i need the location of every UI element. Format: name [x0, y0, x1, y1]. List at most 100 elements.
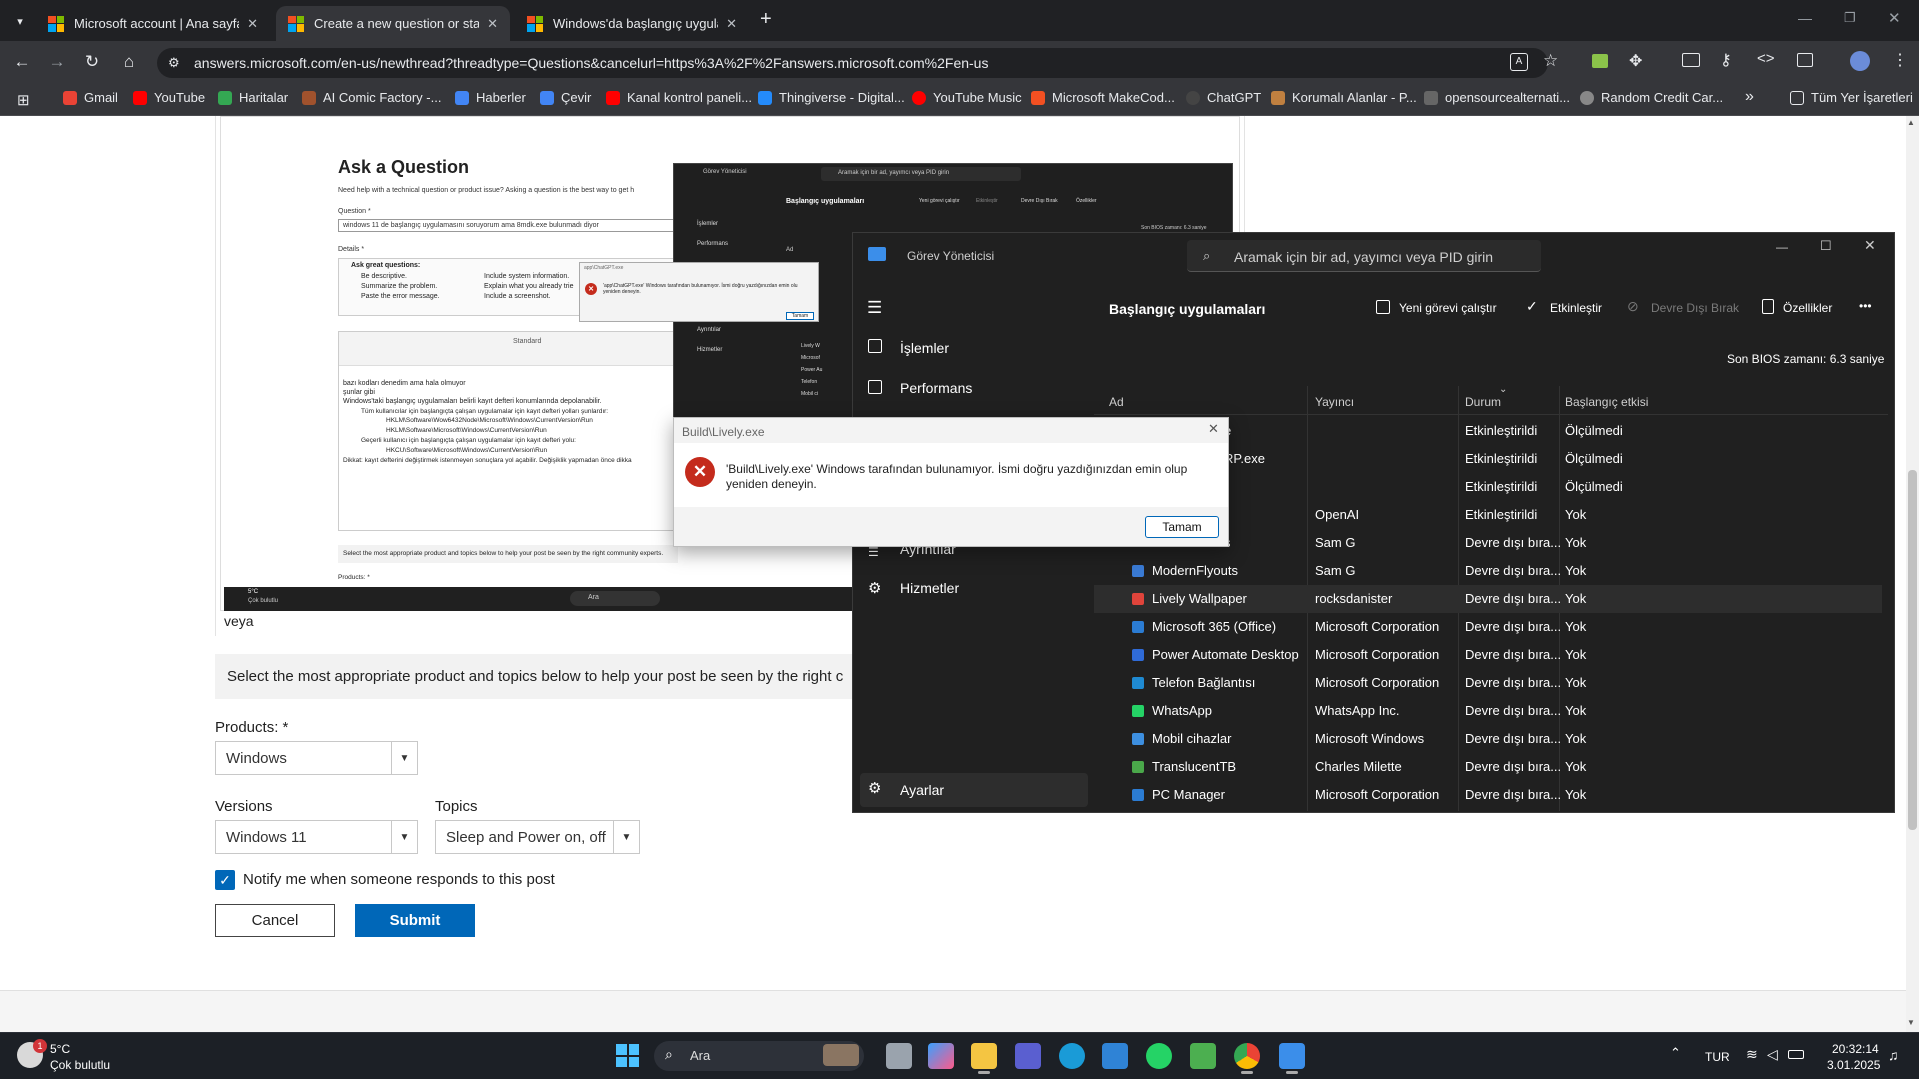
tm-properties[interactable]: Özellikler [1783, 301, 1832, 315]
tab-microsoft-account[interactable]: Microsoft account | Ana sayfa ✕ [36, 6, 270, 41]
tm-table-row[interactable]: Microsoft 365 (Office) Microsoft Corporat… [1094, 613, 1882, 641]
close-window-icon[interactable]: ✕ [1888, 9, 1901, 27]
bookmark-random-credit[interactable]: Random Credit Car... [1580, 90, 1723, 105]
notify-label[interactable]: Notify me when someone responds to this … [243, 871, 555, 888]
tm-maximize-icon[interactable]: ☐ [1820, 238, 1832, 254]
tab-search-button[interactable]: ▾ [10, 12, 30, 30]
start-button-icon[interactable] [616, 1044, 639, 1067]
teams-icon[interactable] [1015, 1043, 1041, 1069]
tab-create-question[interactable]: Create a new question or start a ✕ [276, 6, 510, 41]
tm-table-row[interactable]: WhatsApp WhatsApp Inc. Devre dışı bıra... Y… [1094, 697, 1882, 725]
clock-time[interactable]: 20:32:14 [1832, 1042, 1879, 1056]
tm-enable[interactable]: Etkinleştir [1550, 301, 1602, 315]
tm-col-publisher[interactable]: Yayıncı [1315, 395, 1354, 409]
scrollbar-thumb[interactable] [1908, 470, 1917, 830]
bookmark-translate[interactable]: Çevir [540, 90, 591, 105]
tm-table-row[interactable]: Lively Wallpaper rocksdanister Devre dışı … [1094, 585, 1882, 613]
hamburger-menu-icon[interactable]: ☰ [867, 298, 882, 318]
input-language[interactable]: TUR [1705, 1050, 1730, 1064]
error-dialog-ok-button[interactable]: Tamam [1145, 516, 1219, 538]
bookmark-youtube[interactable]: YouTube [133, 90, 205, 105]
tm-nav-services[interactable]: Hizmetler [900, 580, 959, 596]
site-info-icon[interactable]: ⚙ [168, 55, 180, 71]
tm-run-new-task[interactable]: Yeni görevi çalıştır [1399, 301, 1497, 315]
extensions-puzzle-icon[interactable]: ✥ [1629, 51, 1642, 71]
bookmark-chatgpt[interactable]: ChatGPT [1186, 90, 1261, 105]
bookmark-news[interactable]: Haberler [455, 90, 526, 105]
bookmark-makecode[interactable]: Microsoft MakeCod... [1031, 90, 1175, 105]
restore-window-icon[interactable]: ❐ [1844, 10, 1856, 26]
minecraft-icon[interactable] [1190, 1043, 1216, 1069]
reading-mode-icon[interactable] [1682, 53, 1700, 67]
bookmark-star-icon[interactable]: ☆ [1543, 51, 1558, 71]
cancel-button[interactable]: Cancel [215, 904, 335, 937]
wifi-icon[interactable]: ≋ [1746, 1046, 1758, 1063]
tm-table-row[interactable]: Mobil cihazlar Microsoft Windows Devre dış… [1094, 725, 1882, 753]
tm-table-row[interactable]: Power Automate Desktop Microsoft Corporat… [1094, 641, 1882, 669]
url-text[interactable]: answers.microsoft.com/en-us/newthread?th… [194, 55, 988, 71]
topics-select[interactable]: Sleep and Power on, off ▼ [435, 820, 640, 854]
edge-icon[interactable] [1059, 1043, 1085, 1069]
tm-nav-performance[interactable]: Performans [900, 380, 972, 396]
bookmark-channel[interactable]: Kanal kontrol paneli... [606, 90, 752, 105]
bookmark-thingiverse[interactable]: Thingiverse - Digital... [758, 90, 905, 105]
bookmark-opensource[interactable]: opensourcealternati... [1424, 90, 1570, 105]
chrome-menu-icon[interactable]: ⋮ [1892, 50, 1908, 70]
forward-icon[interactable]: → [45, 50, 69, 74]
tm-table-row[interactable]: ModernFlyouts Sam G Devre dışı bıra... Yok [1094, 557, 1882, 585]
close-tab-icon[interactable]: ✕ [726, 16, 737, 32]
scroll-up-icon[interactable]: ▲ [1907, 118, 1915, 127]
tm-col-name[interactable]: Ad [1109, 395, 1124, 409]
microsoft-store-icon[interactable] [1102, 1043, 1128, 1069]
side-panel-icon[interactable] [1797, 53, 1813, 67]
battery-icon[interactable] [1788, 1050, 1804, 1059]
tm-disable[interactable]: Devre Dışı Bırak [1651, 301, 1739, 315]
extension-icon[interactable] [1592, 54, 1608, 68]
tm-settings[interactable]: Ayarlar [900, 782, 944, 798]
tm-minimize-icon[interactable]: — [1776, 240, 1788, 254]
tm-close-icon[interactable]: ✕ [1864, 237, 1876, 254]
minimize-window-icon[interactable]: — [1798, 10, 1812, 26]
tab-windows-startup[interactable]: Windows'da başlangıç uygulam ✕ [515, 6, 749, 41]
tm-more-options-icon[interactable]: ••• [1859, 299, 1872, 313]
bookmark-korumali[interactable]: Korumalı Alanlar - P... [1271, 90, 1417, 105]
task-view-icon[interactable] [886, 1043, 912, 1069]
submit-button[interactable]: Submit [355, 904, 475, 937]
bookmark-gmail[interactable]: Gmail [63, 90, 118, 105]
translate-icon[interactable]: A [1510, 53, 1528, 71]
apps-grid-icon[interactable]: ⊞ [17, 91, 30, 109]
products-select[interactable]: Windows ▼ [215, 741, 418, 775]
close-tab-icon[interactable]: ✕ [247, 16, 258, 32]
volume-icon[interactable]: ◁ [1767, 1046, 1778, 1063]
home-icon[interactable]: ⌂ [117, 50, 141, 74]
reload-icon[interactable]: ↻ [80, 50, 104, 74]
show-hidden-icons-icon[interactable]: ⌃ [1670, 1045, 1681, 1061]
clock-date[interactable]: 3.01.2025 [1827, 1058, 1880, 1072]
bookmark-youtube-music[interactable]: YouTube Music [912, 90, 1022, 105]
tm-col-status[interactable]: Durum [1465, 395, 1501, 409]
scroll-down-icon[interactable]: ▼ [1907, 1018, 1915, 1027]
versions-select[interactable]: Windows 11 ▼ [215, 820, 418, 854]
tm-table-row[interactable]: Telefon Bağlantısı Microsoft Corporation D… [1094, 669, 1882, 697]
bookmark-ai-comic[interactable]: AI Comic Factory -... [302, 90, 441, 105]
notification-bell-icon[interactable]: ♫ [1888, 1047, 1899, 1063]
chrome-icon[interactable] [1234, 1043, 1260, 1069]
error-dialog-close-icon[interactable]: ✕ [1208, 421, 1219, 437]
notify-checkbox[interactable]: ✓ [215, 870, 235, 890]
bookmark-maps[interactable]: Haritalar [218, 90, 288, 105]
tm-table-row[interactable]: TranslucentTB Charles Milette Devre dışı b… [1094, 753, 1882, 781]
tm-col-impact[interactable]: Başlangıç etkisi [1565, 395, 1648, 409]
back-icon[interactable]: ← [10, 50, 34, 74]
copilot-icon[interactable] [928, 1043, 954, 1069]
task-manager-icon[interactable] [1279, 1043, 1305, 1069]
whatsapp-icon[interactable] [1146, 1043, 1172, 1069]
profile-avatar[interactable] [1850, 51, 1870, 71]
weather-temp[interactable]: 5°C [50, 1042, 70, 1056]
more-bookmarks-icon[interactable]: » [1745, 88, 1754, 106]
tm-nav-processes[interactable]: İşlemler [900, 340, 949, 356]
password-key-icon[interactable]: ⚷ [1720, 50, 1732, 70]
all-bookmarks[interactable]: Tüm Yer İşaretleri [1790, 90, 1913, 105]
tm-settings-row[interactable] [860, 773, 1088, 807]
weather-desc[interactable]: Çok bulutlu [50, 1058, 110, 1072]
devtools-icon[interactable]: <> [1757, 50, 1775, 67]
